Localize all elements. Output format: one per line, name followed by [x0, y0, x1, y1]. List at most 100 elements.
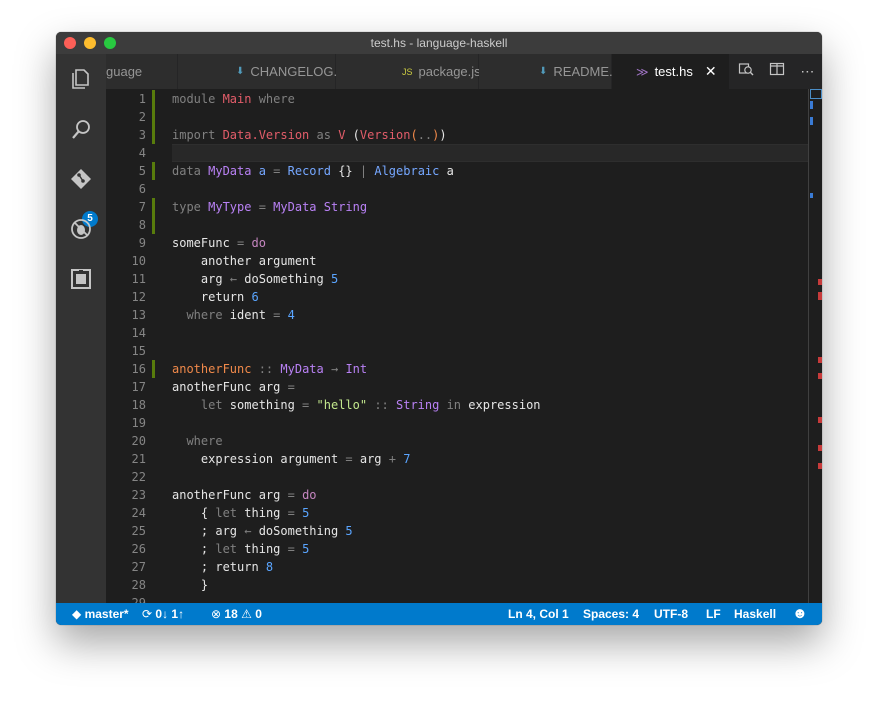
- indentation[interactable]: Spaces: 4: [583, 603, 639, 625]
- code-token: where: [251, 92, 295, 106]
- debug-icon[interactable]: [66, 214, 96, 244]
- modified-line-marker[interactable]: [152, 360, 155, 378]
- code-text: }: [172, 576, 208, 594]
- cursor-position[interactable]: Ln 4, Col 1: [508, 603, 569, 625]
- branch-indicator[interactable]: ◆ master*: [72, 603, 129, 625]
- language-mode[interactable]: Haskell: [734, 603, 776, 625]
- problems-indicator[interactable]: ⊗ 18 ⚠ 0: [211, 603, 262, 625]
- code-token: "hello": [316, 398, 368, 412]
- code-line[interactable]: 4: [106, 144, 808, 162]
- code-token: ←: [229, 272, 238, 286]
- code-line[interactable]: 15: [106, 342, 808, 360]
- code-token: arg: [172, 272, 230, 286]
- more-actions-icon[interactable]: ⋯: [800, 63, 814, 80]
- code-token: +: [381, 452, 404, 466]
- feedback-smiley-icon[interactable]: ☻: [792, 603, 808, 625]
- code-token: MyData: [208, 164, 252, 178]
- line-ending[interactable]: LF: [706, 603, 721, 625]
- tab-readme[interactable]: ⬇ README.md: [479, 54, 631, 89]
- modified-line-marker[interactable]: [152, 216, 155, 234]
- code-text: data MyData a = Record {} | Algebraic a: [172, 162, 454, 180]
- code-line[interactable]: 12 return 6: [106, 288, 808, 306]
- code-line[interactable]: 24 { let thing = 5: [106, 504, 808, 522]
- modified-line-marker[interactable]: [152, 126, 155, 144]
- code-line[interactable]: 13 where ident = 4: [106, 306, 808, 324]
- code-line[interactable]: 14: [106, 324, 808, 342]
- line-number: 7: [138, 200, 146, 214]
- tab-test-hs[interactable]: ≫ test.hs ✕: [612, 54, 730, 89]
- warning-icon: ⚠: [241, 607, 252, 621]
- code-line[interactable]: 18 let something = "hello" :: String in …: [106, 396, 808, 414]
- modified-line-marker[interactable]: [152, 108, 155, 126]
- overview-ruler[interactable]: [808, 89, 822, 603]
- editor-actions: ⋯: [730, 54, 822, 89]
- code-line[interactable]: 5 data MyData a = Record {} | Algebraic a: [106, 162, 808, 180]
- code-token: another argument: [172, 254, 317, 268]
- tab-package-json[interactable]: JS package.json: [336, 54, 495, 89]
- code-token: }: [172, 578, 209, 592]
- code-token: a: [251, 164, 266, 178]
- ruler-mark: [810, 117, 813, 125]
- code-token: =: [265, 308, 288, 322]
- encoding[interactable]: UTF-8: [654, 603, 688, 625]
- code-line[interactable]: 1 module Main where: [106, 90, 808, 108]
- line-number: 19: [131, 416, 146, 430]
- line-number: 24: [131, 506, 146, 520]
- error-mark: [818, 373, 822, 379]
- code-token: do: [302, 488, 317, 502]
- tab-changelog[interactable]: ⬇ CHANGELOG.md: [178, 54, 355, 89]
- tab-language-haskell[interactable]: guage: [106, 54, 178, 89]
- code-token: thing: [237, 506, 281, 520]
- code-line[interactable]: 21 expression argument = arg + 7: [106, 450, 808, 468]
- code-line[interactable]: 22: [106, 468, 808, 486]
- warning-count: 0: [255, 607, 262, 621]
- open-changes-icon[interactable]: [738, 61, 754, 82]
- code-line[interactable]: 3 import Data.Version as V (Version(..)): [106, 126, 808, 144]
- code-text: someFunc = do: [172, 234, 266, 252]
- modified-line-marker[interactable]: [152, 90, 155, 108]
- modified-line-marker[interactable]: [152, 198, 155, 216]
- code-line[interactable]: 8: [106, 216, 808, 234]
- search-icon[interactable]: [66, 114, 96, 144]
- code-line[interactable]: 29: [106, 594, 808, 603]
- code-line[interactable]: 11 arg ← doSomething 5: [106, 270, 808, 288]
- code-line[interactable]: 20 where: [106, 432, 808, 450]
- close-tab-icon[interactable]: ✕: [705, 63, 717, 80]
- line-number: 28: [131, 578, 146, 592]
- extensions-icon[interactable]: [66, 264, 96, 294]
- code-line[interactable]: 6: [106, 180, 808, 198]
- line-number: 14: [131, 326, 146, 340]
- line-number: 21: [131, 452, 146, 466]
- sync-indicator[interactable]: ⟳ 0↓ 1↑: [142, 603, 184, 625]
- code-line[interactable]: 23 anotherFunc arg = do: [106, 486, 808, 504]
- source-control-icon[interactable]: [66, 164, 96, 194]
- code-line[interactable]: 19: [106, 414, 808, 432]
- code-token: (: [345, 128, 360, 142]
- line-number: 9: [138, 236, 146, 250]
- error-mark: [818, 357, 822, 363]
- code-line[interactable]: 28 }: [106, 576, 808, 594]
- code-line[interactable]: 16 anotherFunc :: MyData → Int: [106, 360, 808, 378]
- code-token: return: [172, 290, 252, 304]
- code-line[interactable]: 25 ; arg ← doSomething 5: [106, 522, 808, 540]
- code-token: anotherFunc: [172, 362, 252, 376]
- code-line[interactable]: 26 ; let thing = 5: [106, 540, 808, 558]
- modified-line-marker[interactable]: [152, 162, 155, 180]
- line-number: 17: [131, 380, 146, 394]
- explorer-icon[interactable]: [66, 64, 96, 94]
- code-token: 4: [287, 308, 295, 322]
- git-branch-icon: ◆: [72, 607, 82, 621]
- code-line[interactable]: 27 ; return 8: [106, 558, 808, 576]
- error-icon: ⊗: [211, 607, 222, 621]
- code-line[interactable]: 10 another argument: [106, 252, 808, 270]
- code-line[interactable]: 17 anotherFunc arg =: [106, 378, 808, 396]
- code-token: (: [410, 128, 418, 142]
- code-text: anotherFunc :: MyData → Int: [172, 360, 367, 378]
- code-line[interactable]: 2: [106, 108, 808, 126]
- split-editor-icon[interactable]: [769, 61, 785, 82]
- code-token: someFunc: [172, 236, 230, 250]
- code-editor[interactable]: 1 module Main where 2 3 import Data.Version …: [106, 89, 808, 603]
- code-line[interactable]: 7 type MyType = MyData String: [106, 198, 808, 216]
- code-token: =: [280, 506, 303, 520]
- code-line[interactable]: 9 someFunc = do: [106, 234, 808, 252]
